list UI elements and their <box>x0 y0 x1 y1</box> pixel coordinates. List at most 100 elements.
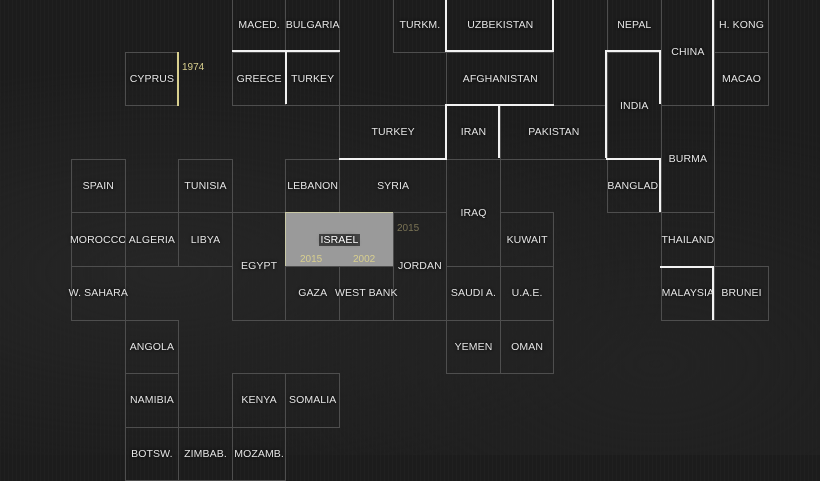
country-label: TUNISIA <box>184 180 227 193</box>
year-label-israel_2015_left: 2015 <box>300 254 323 265</box>
country-label: ANGOLA <box>129 340 175 353</box>
boundary-line <box>339 158 447 160</box>
country-tile-greece[interactable]: GREECE <box>231 51 287 107</box>
country-tile-spain[interactable]: SPAIN <box>71 158 126 214</box>
country-label: EGYPT <box>241 260 278 273</box>
country-tile-turkm[interactable]: TURKM. <box>392 0 448 53</box>
country-tile-algeria[interactable]: ALGERIA <box>124 212 180 267</box>
event-line-cyprus <box>177 52 179 106</box>
boundary-line <box>605 50 607 158</box>
country-tile-lebanon[interactable]: LEBANON <box>285 158 340 214</box>
boundary-line <box>445 0 447 52</box>
country-label: SOMALIA <box>288 394 337 407</box>
boundary-line <box>659 50 661 104</box>
boundary-line <box>606 158 660 160</box>
country-tile-somalia[interactable]: SOMALIA <box>285 373 340 428</box>
country-tile-iran[interactable]: IRAN <box>446 105 501 160</box>
country-tile-namibia[interactable]: NAMIBIA <box>124 373 180 428</box>
boundary-line <box>660 266 714 268</box>
country-label: IRAQ <box>460 206 487 219</box>
country-tile-uzbekistan[interactable]: UZBEKISTAN <box>446 0 555 53</box>
country-tile-botsw[interactable]: BOTSW. <box>124 426 180 481</box>
country-tile-china[interactable]: CHINA <box>660 0 716 107</box>
country-label: JORDAN <box>398 260 442 273</box>
country-label: KUWAIT <box>506 233 548 246</box>
country-tile-macao[interactable]: MACAO <box>714 51 769 107</box>
country-label: INDIA <box>620 99 649 112</box>
country-tile-angola[interactable]: ANGOLA <box>124 319 180 375</box>
country-label: UZBEKISTAN <box>467 19 534 32</box>
country-label: TURKEY <box>371 126 415 139</box>
boundary-line <box>606 50 660 52</box>
country-label: ISRAEL <box>318 233 361 246</box>
country-label: MOROCCO <box>69 233 127 246</box>
country-tile-thailand[interactable]: THAILAND <box>660 212 716 267</box>
country-tile-morocco[interactable]: MOROCCO <box>69 212 127 267</box>
boundary-line <box>446 104 554 106</box>
country-label: CYPRUS <box>129 72 175 85</box>
country-tile-cyprus[interactable]: CYPRUS <box>124 51 180 107</box>
country-label: ZIMBAB. <box>184 448 227 461</box>
country-label: BRUNEI <box>721 287 762 300</box>
country-tile-tunisia[interactable]: TUNISIA <box>178 158 233 214</box>
country-tile-zimbab[interactable]: ZIMBAB. <box>178 426 233 481</box>
boundary-line <box>445 104 447 158</box>
country-tile-brunei[interactable]: BRUNEI <box>714 266 769 321</box>
country-tile-egypt[interactable]: EGYPT <box>231 212 287 321</box>
country-tile-india[interactable]: INDIA <box>607 51 662 160</box>
country-label: AFGHANISTAN <box>462 72 538 85</box>
country-tile-syria[interactable]: SYRIA <box>339 158 448 214</box>
country-tile-burma[interactable]: BURMA <box>660 105 716 214</box>
country-tile-malaysia[interactable]: MALAYSIA <box>660 266 716 321</box>
country-tile-oman[interactable]: OMAN <box>499 319 555 375</box>
country-tile-pakistan[interactable]: PAKISTAN <box>499 105 608 160</box>
country-label: IRAN <box>460 126 487 139</box>
tile-map: MACED. BULGARIA TURKM. UZBEKISTAN NEPAL CHINA… <box>0 0 820 481</box>
country-label: BOTSW. <box>131 448 173 461</box>
year-label-cyprus_1974: 1974 <box>182 62 205 73</box>
country-tile-turkey_w[interactable]: TURKEY <box>285 51 340 107</box>
country-label: H. KONG <box>718 19 764 32</box>
country-label: SAUDI A. <box>450 287 497 300</box>
country-label: YEMEN <box>454 340 493 353</box>
country-tile-nepal[interactable]: NEPAL <box>607 0 662 53</box>
country-tile-bangladesh[interactable]: BANGLAD. <box>607 158 662 214</box>
country-tile-iraq[interactable]: IRAQ <box>446 158 501 267</box>
country-tile-uae[interactable]: U.A.E. <box>499 266 555 321</box>
boundary-line <box>498 104 500 158</box>
country-label: TURKEY <box>291 72 335 85</box>
country-label: BANGLAD. <box>607 180 662 193</box>
country-label: LIBYA <box>190 233 221 246</box>
country-label: U.A.E. <box>511 287 543 300</box>
country-tile-kuwait[interactable]: KUWAIT <box>499 212 555 267</box>
country-tile-mozamb[interactable]: MOZAMB. <box>231 426 287 481</box>
country-label: PAKISTAN <box>528 126 580 139</box>
country-tile-wsahara[interactable]: W. SAHARA <box>69 266 128 321</box>
boundary-line <box>659 158 661 212</box>
country-label: THAILAND <box>661 233 715 246</box>
boundary-line <box>285 50 287 104</box>
country-label: TURKM. <box>399 19 441 32</box>
country-label: GREECE <box>236 72 282 85</box>
country-label: LEBANON <box>287 180 339 193</box>
country-tile-turkey_e[interactable]: TURKEY <box>339 105 448 160</box>
country-label: NAMIBIA <box>129 394 174 407</box>
country-label: MACED. <box>238 19 280 32</box>
country-tile-kenya[interactable]: KENYA <box>231 373 287 428</box>
country-tile-yemen[interactable]: YEMEN <box>446 319 501 375</box>
country-label: OMAN <box>511 340 544 353</box>
country-tile-bulgaria[interactable]: BULGARIA <box>285 0 340 53</box>
country-tile-westbank[interactable]: WEST BANK <box>335 266 397 321</box>
country-tile-maced[interactable]: MACED. <box>231 0 287 53</box>
country-tile-hkong[interactable]: H. KONG <box>714 0 769 53</box>
country-label: ALGERIA <box>128 233 175 246</box>
country-tile-afghanistan[interactable]: AFGHANISTAN <box>446 51 555 107</box>
country-label: SYRIA <box>377 180 410 193</box>
country-tile-gaza[interactable]: GAZA <box>285 266 340 321</box>
country-label: MALAYSIA <box>661 287 715 300</box>
country-tile-saudi[interactable]: SAUDI A. <box>446 266 501 321</box>
boundary-line <box>712 266 714 320</box>
boundary-line <box>446 50 554 52</box>
country-tile-libya[interactable]: LIBYA <box>178 212 233 267</box>
country-label: MACAO <box>721 72 761 85</box>
